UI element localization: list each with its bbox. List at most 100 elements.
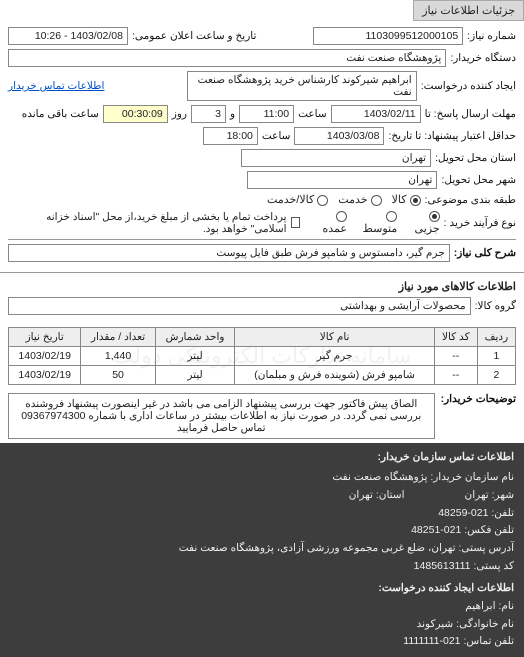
val-c-fax: 021-48251 <box>411 524 461 536</box>
val-c-pobox: 1485613111 <box>414 560 471 572</box>
field-group: محصولات آرایشی و بهداشتی <box>8 297 471 315</box>
label-city: شهر محل تحویل: <box>441 174 516 186</box>
field-deadline-date: 1403/02/11 <box>331 105 421 123</box>
table-header-row: ردیف کد کالا نام کالا واحد شمارش تعداد /… <box>9 328 516 347</box>
label-validity: حداقل اعتبار پیشنهاد: تا تاریخ: <box>388 130 516 142</box>
cell-idx: 2 <box>477 366 515 385</box>
buyer-notes: توضیحات خریدار: الصاق پیش فاکتور جهت برر… <box>0 389 524 443</box>
radio-high-label: عمده <box>322 223 346 235</box>
table-row: 2 -- شامپو فرش (شوینده فرش و مبلمان) لیت… <box>9 366 516 385</box>
header-form: شماره نیاز: 1103099512000105 تاریخ و ساع… <box>0 21 524 270</box>
radio-high[interactable] <box>336 211 347 222</box>
radio-low-label: جزیی <box>415 223 440 235</box>
col-name: نام کالا <box>235 328 434 347</box>
radio-medium-label: متوسط <box>363 223 398 235</box>
label-c-last: نام خانوادگی: <box>456 618 514 630</box>
label-c-province: استان: <box>376 489 405 501</box>
radio-service-label: خدمت <box>338 194 367 206</box>
label-c-pobox: کد پستی: <box>473 560 514 572</box>
contact-block-title: اطلاعات تماس سازمان خریدار: <box>10 449 514 467</box>
field-deadline-time: 11:00 <box>239 105 294 123</box>
field-requester: ابراهیم شیرکوند کارشناس خرید پژوهشگاه صن… <box>187 71 417 101</box>
class-radio-group: کالا خدمت کالا/خدمت <box>267 193 421 206</box>
field-province: تهران <box>241 149 431 167</box>
val-c-addr: تهران، ضلع غربی مجموعه ورزشی آزادی، پژوه… <box>179 542 456 554</box>
cell-qty: 50 <box>81 366 155 385</box>
radio-goods-service-label: کالا/خدمت <box>267 194 314 206</box>
radio-goods-label: کالا <box>392 194 407 206</box>
cell-name: شامپو فرش (شوینده فرش و مبلمان) <box>235 366 434 385</box>
field-time-left: 00:30:09 <box>103 105 168 123</box>
field-announce-dt: 1403/02/08 - 10:26 <box>8 27 128 45</box>
label-c-first: نام: <box>498 600 514 612</box>
val-c-phone1: 021-48259 <box>438 507 488 519</box>
cell-unit: لیتر <box>155 366 235 385</box>
val-org: پژوهشگاه صنعت نفت <box>332 471 427 483</box>
label-requester: ایجاد کننده درخواست: <box>421 80 516 92</box>
val-c-city: تهران <box>465 489 489 501</box>
radio-goods-service[interactable] <box>317 195 328 206</box>
col-date: تاریخ نیاز <box>9 328 81 347</box>
label-pack-class: طبقه بندی موضوعی: <box>425 194 516 206</box>
val-c-last: شیرکوند <box>417 618 454 630</box>
radio-service[interactable] <box>371 195 382 206</box>
label-at-time-2: ساعت <box>262 130 291 142</box>
label-c-phone1: تلفن: <box>491 507 514 519</box>
table-row: 1 -- جرم گیر لیتر 1,440 1403/02/19 <box>9 347 516 366</box>
col-qty: تعداد / مقدار <box>81 328 155 347</box>
contact-buyer-link[interactable]: اطلاعات تماس خریدار <box>8 80 104 92</box>
field-validity-date: 1403/03/08 <box>294 127 384 145</box>
label-group: گروه کالا: <box>475 300 516 312</box>
col-unit: واحد شمارش <box>155 328 235 347</box>
label-deadline: مهلت ارسال پاسخ: تا <box>425 108 516 120</box>
field-city: تهران <box>247 171 437 189</box>
label-province: استان محل تحویل: <box>435 152 516 164</box>
items-table-wrap: سامانه تدارکات الکترونیکی دولت ردیف کد ک… <box>0 327 524 385</box>
cell-date: 1403/02/19 <box>9 347 81 366</box>
val-c-province: تهران <box>349 489 373 501</box>
field-buyer-unit: پژوهشگاه صنعت نفت <box>8 49 446 67</box>
type-radio-group: جزیی متوسط عمده <box>315 210 440 235</box>
label-buyer-notes: توضیحات خریدار: <box>441 393 516 439</box>
label-org: نام سازمان خریدار: <box>430 471 514 483</box>
field-req-no: 1103099512000105 <box>313 27 463 45</box>
purchase-note: پرداخت تمام یا بخشی از مبلغ خرید،از محل … <box>8 211 287 235</box>
cell-date: 1403/02/19 <box>9 366 81 385</box>
label-announce-dt: تاریخ و ساعت اعلان عمومی: <box>132 30 256 42</box>
field-summary: جرم گیر، دامستوس و شامپو فرش طبق فایل پی… <box>8 244 450 262</box>
cell-unit: لیتر <box>155 347 235 366</box>
val-c-first: ابراهیم <box>465 600 495 612</box>
items-section-title: اطلاعات کالاهای مورد نیاز <box>0 275 524 295</box>
items-table: ردیف کد کالا نام کالا واحد شمارش تعداد /… <box>8 327 516 385</box>
cell-code: -- <box>434 366 477 385</box>
radio-low[interactable] <box>429 211 440 222</box>
label-c-phone2: تلفن تماس: <box>463 635 514 647</box>
label-c-city: شهر: <box>492 489 514 501</box>
field-validity-time: 18:00 <box>203 127 258 145</box>
label-c-fax: تلفن فکس: <box>464 524 514 536</box>
buyer-notes-text: الصاق پیش فاکتور جهت بررسی پیشنهاد الزام… <box>8 393 435 439</box>
col-code: کد کالا <box>434 328 477 347</box>
field-days-left: 3 <box>191 105 226 123</box>
contact-block: اطلاعات تماس سازمان خریدار: نام سازمان خ… <box>0 443 524 657</box>
label-days-unit: روز <box>172 108 187 120</box>
label-req-no: شماره نیاز: <box>467 30 516 42</box>
label-purchase-type: نوع فرآیند خرید : <box>444 217 516 229</box>
label-buyer-unit: دستگاه خریدار: <box>450 52 516 64</box>
val-c-phone2: 021-1111111 <box>403 635 460 647</box>
col-row: ردیف <box>477 328 515 347</box>
cell-name: جرم گیر <box>235 347 434 366</box>
label-remaining: ساعت باقی مانده <box>22 108 99 120</box>
label-and: و <box>230 108 235 120</box>
radio-goods[interactable] <box>410 195 421 206</box>
treasury-checkbox[interactable] <box>291 217 301 228</box>
label-at-time: ساعت <box>298 108 327 120</box>
label-summary: شرح کلی نیاز: <box>454 247 516 259</box>
tab-title: جزئیات اطلاعات نیاز <box>413 0 524 21</box>
req-title2: اطلاعات ایجاد کننده درخواست: <box>10 580 514 598</box>
cell-qty: 1,440 <box>81 347 155 366</box>
cell-code: -- <box>434 347 477 366</box>
cell-idx: 1 <box>477 347 515 366</box>
radio-medium[interactable] <box>386 211 397 222</box>
label-c-addr: آدرس پستی: <box>458 542 514 554</box>
